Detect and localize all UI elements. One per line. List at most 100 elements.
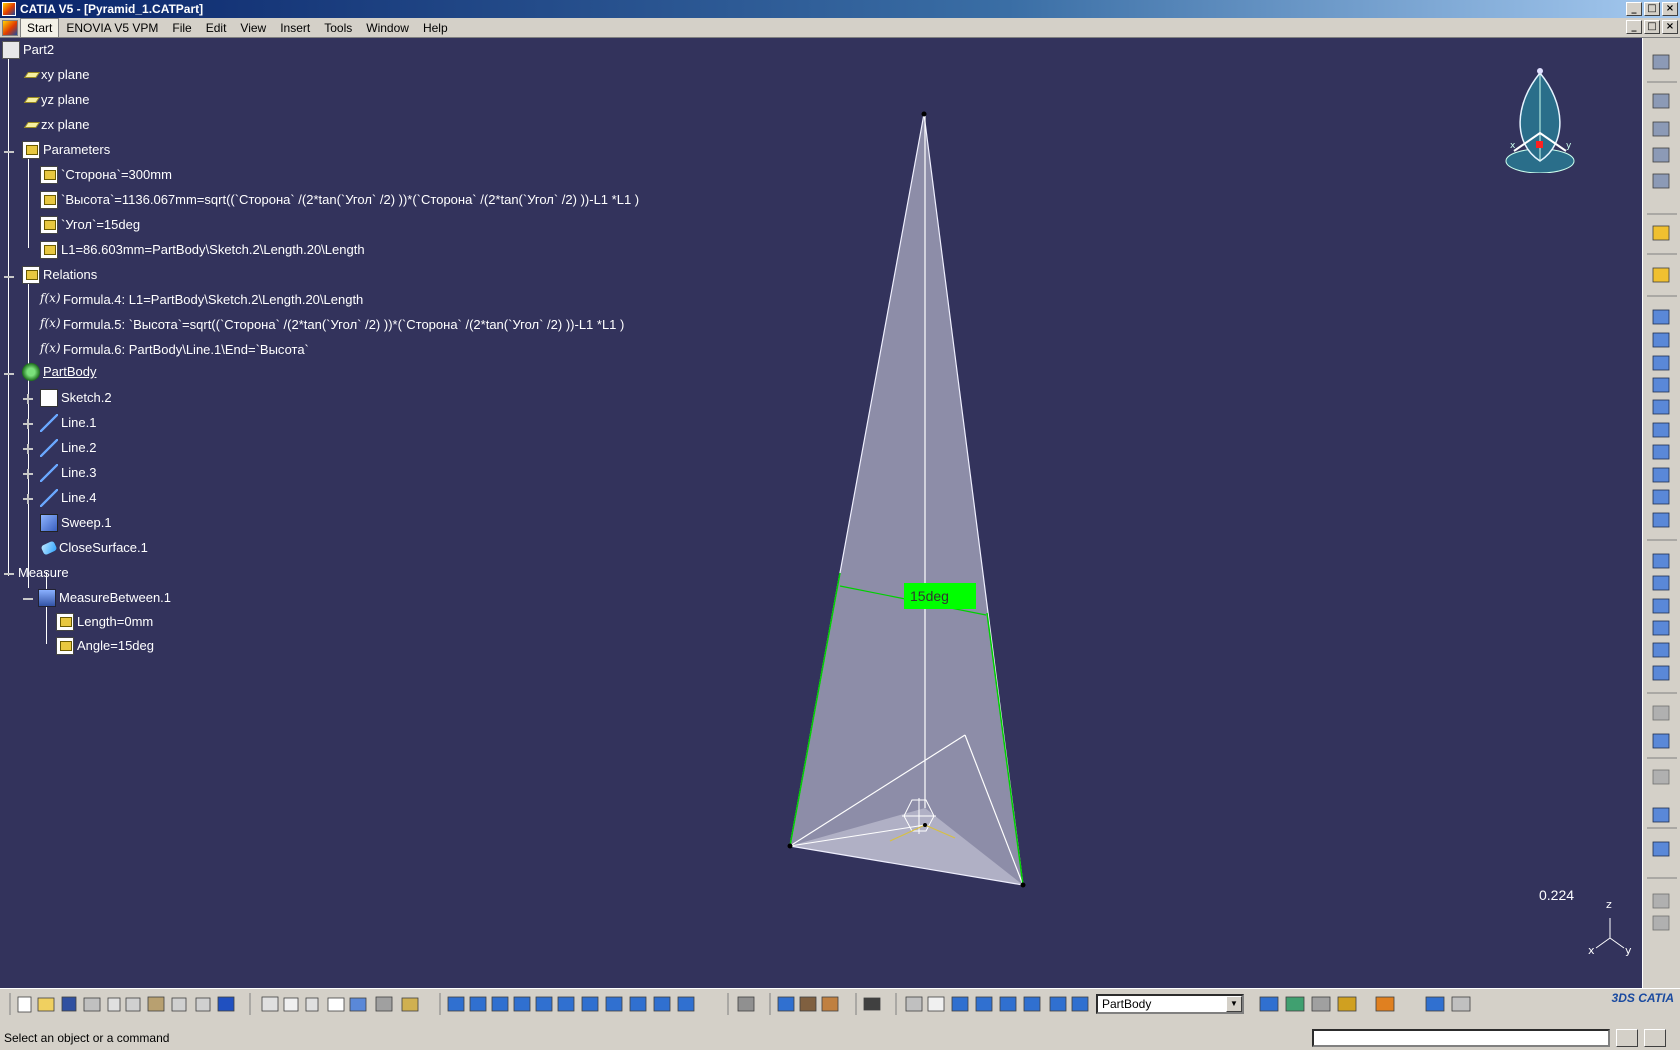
collapse-toggle[interactable]: [22, 593, 34, 605]
3d-viewport[interactable]: z x y x y 15deg 0.224 Part2 xy plane yz …: [0, 38, 1642, 988]
minimize-button[interactable]: _: [1626, 2, 1642, 16]
sweep-icon: [40, 514, 58, 532]
collapse-toggle[interactable]: [3, 271, 15, 283]
tree-zx-plane[interactable]: zx plane: [23, 115, 89, 135]
tree-sketch-2[interactable]: Sketch.2: [40, 388, 112, 408]
specification-tree: Part2 xy plane yz plane zx plane Paramet…: [0, 38, 800, 678]
menu-bar: Start ENOVIA V5 VPM File Edit View Inser…: [0, 18, 1680, 38]
tree-closesurface-1[interactable]: CloseSurface.1: [40, 538, 148, 558]
part-icon: [2, 41, 20, 59]
expand-toggle[interactable]: [22, 493, 34, 505]
axis-z-label: z: [1606, 898, 1612, 911]
close-button[interactable]: ×: [1662, 2, 1678, 16]
result-icon: [56, 613, 74, 631]
menu-insert[interactable]: Insert: [273, 18, 317, 38]
document-icon[interactable]: [2, 20, 18, 36]
menu-edit[interactable]: Edit: [199, 18, 234, 38]
tree-line-3[interactable]: Line.3: [40, 463, 96, 483]
parameter-icon: [40, 216, 58, 234]
parameter-icon: [40, 241, 58, 259]
tree-root[interactable]: Part2: [2, 40, 54, 60]
menu-start[interactable]: Start: [20, 18, 60, 38]
tree-measurebetween-1[interactable]: MeasureBetween.1: [38, 588, 171, 608]
expand-toggle[interactable]: [22, 418, 34, 430]
tree-formula-4[interactable]: f(x) Formula.4: L1=PartBody\Sketch.2\Len…: [40, 290, 363, 310]
tree-line-2[interactable]: Line.2: [40, 438, 96, 458]
collapse-toggle[interactable]: [3, 368, 15, 380]
status-prompt: Select an object or a command: [4, 1031, 170, 1045]
tree-parameters[interactable]: Parameters: [22, 140, 110, 160]
workbench-dropdown-value: PartBody: [1102, 997, 1152, 1011]
line-icon: [40, 414, 58, 432]
standard-toolbar-icons[interactable]: [0, 989, 1090, 1019]
window-title: CATIA V5 - [Pyramid_1.CATPart]: [20, 2, 204, 16]
menu-enovia[interactable]: ENOVIA V5 VPM: [59, 18, 165, 38]
compass-x-label: x: [1510, 141, 1516, 151]
zoom-value: 0.224: [1539, 887, 1575, 903]
tree-param-ugol[interactable]: `Угол`=15deg: [40, 215, 140, 235]
menu-view[interactable]: View: [233, 18, 273, 38]
menu-file[interactable]: File: [165, 18, 198, 38]
parameters-icon: [22, 141, 40, 159]
tree-param-l1[interactable]: L1=86.603mm=PartBody\Sketch.2\Length.20\…: [40, 240, 365, 260]
right-toolbar: [1642, 38, 1680, 988]
compass-widget[interactable]: x y: [1500, 63, 1580, 174]
line-icon: [40, 464, 58, 482]
collapse-toggle[interactable]: [3, 568, 15, 580]
stop-button[interactable]: [1644, 1029, 1666, 1047]
expand-toggle[interactable]: [22, 443, 34, 455]
power-input-field[interactable]: [1312, 1029, 1610, 1047]
tree-angle-result[interactable]: Angle=15deg: [56, 636, 154, 656]
axis-x-label: x: [1588, 944, 1595, 957]
right-toolbar-icons[interactable]: [1643, 38, 1680, 988]
tree-line-4[interactable]: Line.4: [40, 488, 96, 508]
relations-icon: [22, 266, 40, 284]
menu-help[interactable]: Help: [416, 18, 455, 38]
doc-minimize-button[interactable]: _: [1626, 20, 1642, 34]
line-icon: [40, 439, 58, 457]
tree-sweep-1[interactable]: Sweep.1: [40, 513, 112, 533]
menu-tools[interactable]: Tools: [317, 18, 359, 38]
tree-formula-5[interactable]: f(x) Formula.5: `Высота`=sqrt((`Сторона`…: [40, 315, 624, 335]
plane-icon: [23, 72, 41, 78]
workbench-dropdown[interactable]: PartBody ▼: [1096, 994, 1244, 1014]
formula-icon: f(x): [40, 316, 61, 330]
doc-restore-button[interactable]: □: [1644, 20, 1660, 34]
maximize-button[interactable]: □: [1644, 2, 1660, 16]
workbench-toolbar-icons[interactable]: [1252, 989, 1492, 1019]
catia-app-icon[interactable]: [2, 2, 16, 16]
tree-formula-6[interactable]: f(x) Formula.6: PartBody\Line.1\End=`Выс…: [40, 340, 309, 360]
tree-relations[interactable]: Relations: [22, 265, 97, 285]
bottom-toolbar: PartBody ▼ 3DS CATIA: [0, 988, 1680, 1018]
parameter-icon: [40, 191, 58, 209]
measure-icon: [38, 589, 56, 607]
angle-measure-label[interactable]: 15deg: [904, 583, 976, 609]
tree-yz-plane[interactable]: yz plane: [23, 90, 89, 110]
window-controls: _ □ ×: [1626, 2, 1678, 16]
tree-param-vysota[interactable]: `Высота`=1136.067mm=sqrt((`Сторона` /(2*…: [40, 190, 639, 210]
document-window-controls: _ □ ×: [1626, 20, 1678, 34]
command-button[interactable]: [1616, 1029, 1638, 1047]
tree-xy-plane[interactable]: xy plane: [23, 65, 89, 85]
expand-toggle[interactable]: [22, 468, 34, 480]
tree-partbody[interactable]: PartBody: [22, 362, 96, 382]
doc-close-button[interactable]: ×: [1662, 20, 1678, 34]
tree-measure[interactable]: Measure: [18, 563, 69, 583]
title-bar: CATIA V5 - [Pyramid_1.CATPart] _ □ ×: [0, 0, 1680, 18]
tree-line-1[interactable]: Line.1: [40, 413, 96, 433]
compass-y-label: y: [1566, 141, 1572, 151]
tree-length-result[interactable]: Length=0mm: [56, 612, 153, 632]
tree-param-storona[interactable]: `Сторона`=300mm: [40, 165, 172, 185]
collapse-toggle[interactable]: [3, 146, 15, 158]
parameter-icon: [40, 166, 58, 184]
axis-y-label: y: [1625, 944, 1632, 957]
expand-toggle[interactable]: [22, 393, 34, 405]
formula-icon: f(x): [40, 341, 61, 355]
result-icon: [56, 637, 74, 655]
formula-icon: f(x): [40, 291, 61, 305]
catia-logo: 3DS CATIA: [1611, 991, 1674, 1005]
chevron-down-icon[interactable]: ▼: [1226, 996, 1242, 1012]
plane-icon: [23, 97, 41, 103]
menu-window[interactable]: Window: [359, 18, 416, 38]
partbody-icon: [22, 363, 40, 381]
